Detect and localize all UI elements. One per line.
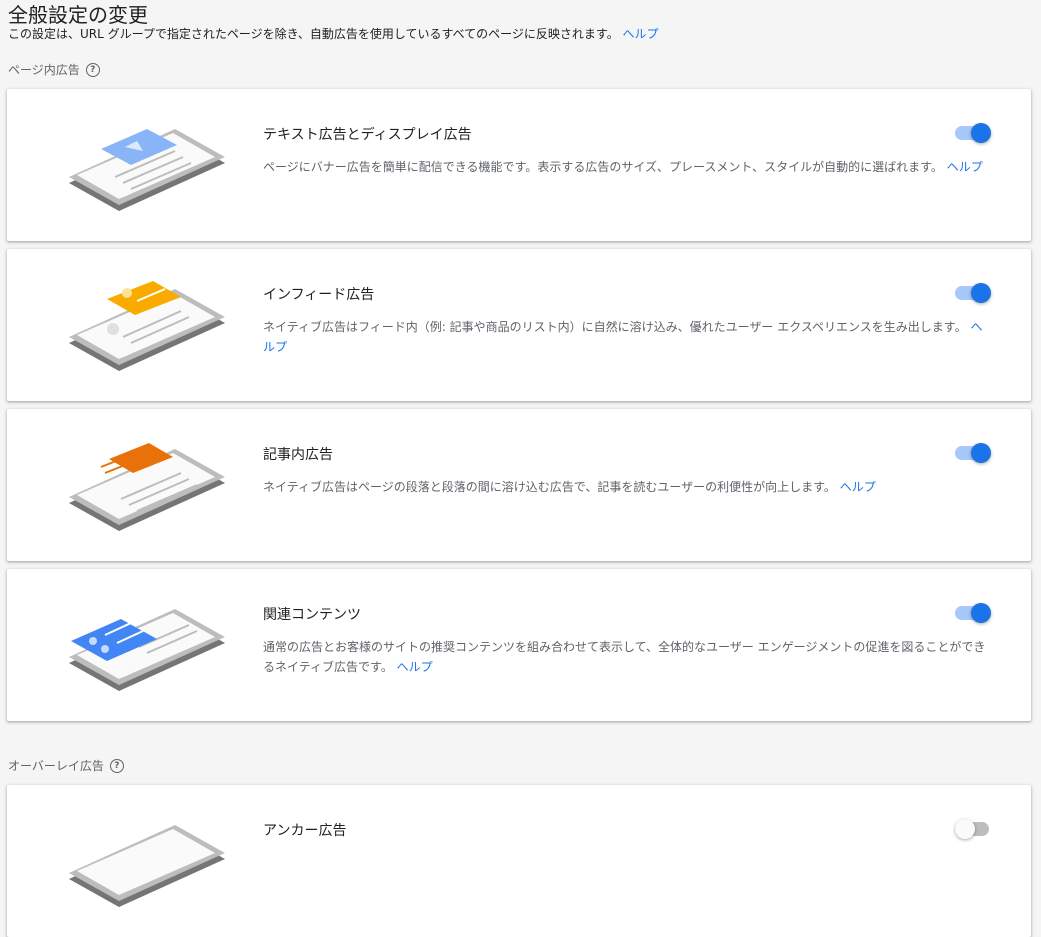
card-description: ネイティブ広告はフィード内（例: 記事や商品のリスト内）に自然に溶け込み、優れた…	[263, 317, 993, 357]
card-title: 関連コンテンツ	[263, 607, 361, 623]
section-label-in-page: ページ内広告	[8, 63, 80, 77]
header-help-link[interactable]: ヘルプ	[623, 27, 659, 41]
card-title: インフィード広告	[263, 287, 375, 303]
card-related-content: 関連コンテンツ 通常の広告とお客様のサイトの推奨コンテンツを組み合わせて表示して…	[7, 569, 1031, 721]
toggle-knob	[955, 819, 975, 839]
card-title: テキスト広告とディスプレイ広告	[263, 127, 472, 143]
section-header-in-page: ページ内広告 ?	[8, 62, 100, 78]
toggle-knob	[971, 443, 991, 463]
card-description: ネイティブ広告はページの段落と段落の間に溶け込む広告で、記事を読むユーザーの利便…	[263, 477, 993, 497]
anchor-ads-toggle[interactable]	[955, 818, 991, 840]
toggle-knob	[971, 283, 991, 303]
text-display-ads-toggle[interactable]	[955, 122, 991, 144]
page-subtitle-text: この設定は、URL グループで指定されたページを除き、自動広告を使用しているすべ…	[8, 27, 619, 41]
phone-related-content-illustration	[69, 609, 225, 691]
phone-in-feed-ad-illustration	[69, 281, 225, 371]
card-description: 通常の広告とお客様のサイトの推奨コンテンツを組み合わせて表示して、全体的なユーザ…	[263, 637, 993, 677]
help-circle-icon[interactable]: ?	[109, 759, 124, 773]
card-help-link[interactable]: ヘルプ	[397, 660, 433, 674]
card-description-text: ページにバナー広告を簡単に配信できる機能です。表示する広告のサイズ、プレースメン…	[263, 160, 943, 174]
section-header-overlay: オーバーレイ広告 ?	[8, 758, 124, 774]
toggle-knob	[971, 123, 991, 143]
phone-anchor-ad-illustration	[69, 825, 225, 907]
toggle-knob	[971, 603, 991, 623]
card-description-text: 通常の広告とお客様のサイトの推奨コンテンツを組み合わせて表示して、全体的なユーザ…	[263, 640, 986, 674]
phone-banner-ad-illustration	[69, 129, 225, 211]
card-title: 記事内広告	[263, 447, 333, 463]
card-help-link[interactable]: ヘルプ	[840, 480, 876, 494]
phone-in-article-ad-illustration	[69, 443, 225, 531]
card-in-feed-ads: インフィード広告 ネイティブ広告はフィード内（例: 記事や商品のリスト内）に自然…	[7, 249, 1031, 401]
page-title: 全般設定の変更	[8, 3, 148, 27]
page-subtitle: この設定は、URL グループで指定されたページを除き、自動広告を使用しているすべ…	[8, 26, 659, 42]
help-circle-icon[interactable]: ?	[85, 63, 100, 77]
section-label-overlay: オーバーレイ広告	[8, 759, 104, 773]
card-title: アンカー広告	[263, 823, 347, 839]
card-in-article-ads: 記事内広告 ネイティブ広告はページの段落と段落の間に溶け込む広告で、記事を読むユ…	[7, 409, 1031, 561]
in-feed-ads-toggle[interactable]	[955, 282, 991, 304]
related-content-toggle[interactable]	[955, 602, 991, 624]
in-article-ads-toggle[interactable]	[955, 442, 991, 464]
card-anchor-ads: アンカー広告	[7, 785, 1031, 937]
card-text-display-ads: テキスト広告とディスプレイ広告 ページにバナー広告を簡単に配信できる機能です。表…	[7, 89, 1031, 241]
card-description-text: ネイティブ広告はフィード内（例: 記事や商品のリスト内）に自然に溶け込み、優れた…	[263, 320, 967, 334]
card-description: ページにバナー広告を簡単に配信できる機能です。表示する広告のサイズ、プレースメン…	[263, 157, 993, 177]
card-description-text: ネイティブ広告はページの段落と段落の間に溶け込む広告で、記事を読むユーザーの利便…	[263, 480, 836, 494]
card-help-link[interactable]: ヘルプ	[947, 160, 983, 174]
